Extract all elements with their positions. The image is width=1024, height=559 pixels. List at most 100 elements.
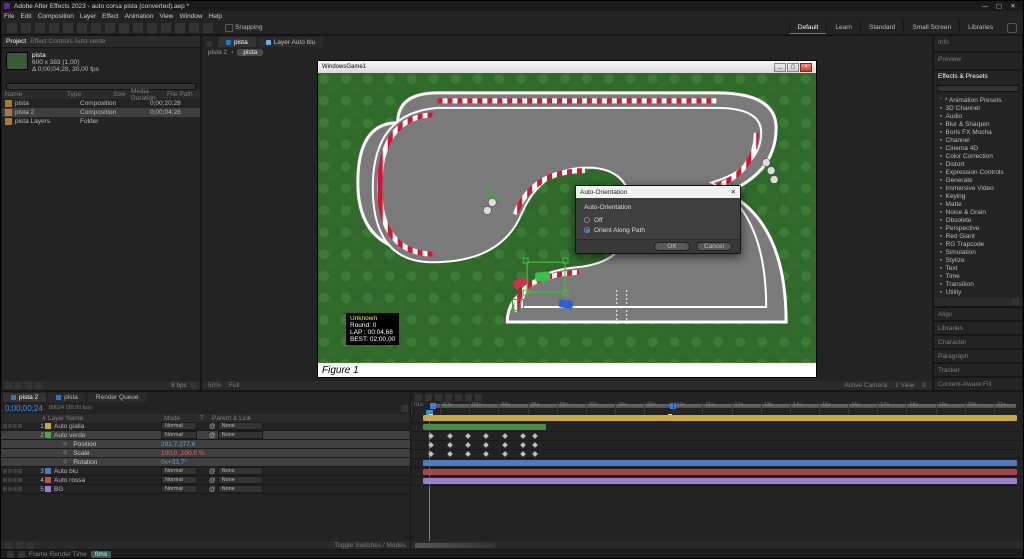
type-tool-icon[interactable] bbox=[133, 23, 143, 33]
search-help-icon[interactable] bbox=[1007, 23, 1017, 33]
tl-tool-icon[interactable] bbox=[455, 394, 462, 401]
radio-orient-path[interactable]: Orient Along Path bbox=[584, 225, 732, 235]
effect-category[interactable]: Keying bbox=[934, 192, 1022, 200]
collapsed-panel-tab[interactable]: Character bbox=[934, 336, 1022, 348]
current-time[interactable]: 0;00;00;24 bbox=[5, 404, 43, 413]
cancel-button[interactable]: Cancel bbox=[696, 242, 732, 251]
effect-category[interactable]: Text bbox=[934, 264, 1022, 272]
minimize-button[interactable]: — bbox=[978, 2, 992, 10]
effect-category[interactable]: Distort bbox=[934, 160, 1022, 168]
maximize-button[interactable]: ▢ bbox=[992, 2, 1006, 10]
tl-tool-icon[interactable] bbox=[435, 394, 442, 401]
effect-category[interactable]: Cinema 4D bbox=[934, 144, 1022, 152]
info-panel-tab[interactable]: Info bbox=[934, 36, 1022, 48]
effect-category[interactable]: Obsolete bbox=[934, 216, 1022, 224]
effect-category[interactable]: Transition bbox=[934, 280, 1022, 288]
menu-help[interactable]: Help bbox=[209, 13, 222, 20]
tl-tool-icon[interactable] bbox=[445, 394, 452, 401]
effects-search-input[interactable] bbox=[937, 85, 1019, 92]
workspace-standard[interactable]: Standard bbox=[860, 21, 903, 34]
tl-foot-icon[interactable] bbox=[27, 542, 34, 549]
toggle-switches[interactable]: Toggle Switches / Modes bbox=[334, 542, 406, 549]
shape-tool-icon[interactable] bbox=[105, 23, 115, 33]
composition-viewer[interactable]: WindowsGame1 _ ▢ ✕ bbox=[202, 57, 932, 381]
brush-tool-icon[interactable] bbox=[147, 23, 157, 33]
snapping-checkbox[interactable] bbox=[225, 24, 233, 32]
render-queue-tab[interactable]: Render Queue bbox=[88, 393, 147, 402]
effect-category[interactable]: Perspective bbox=[934, 224, 1022, 232]
preview-panel-tab[interactable]: Preview bbox=[934, 53, 1022, 65]
menu-window[interactable]: Window bbox=[180, 13, 203, 20]
selection-tool-icon[interactable] bbox=[21, 23, 31, 33]
motion-handle[interactable] bbox=[488, 185, 500, 197]
clone-tool-icon[interactable] bbox=[161, 23, 171, 33]
project-footer-icon[interactable] bbox=[35, 382, 42, 389]
workspace-small[interactable]: Small Screen bbox=[903, 21, 959, 34]
project-footer-icon[interactable] bbox=[5, 382, 12, 389]
project-search-input[interactable] bbox=[6, 83, 196, 90]
col-filepath[interactable]: File Path bbox=[164, 91, 200, 98]
zoom-slider[interactable] bbox=[415, 543, 495, 548]
effect-category[interactable]: Immersive Video bbox=[934, 184, 1022, 192]
zoom-tool-icon[interactable] bbox=[49, 23, 59, 33]
roto-tool-icon[interactable] bbox=[189, 23, 199, 33]
effect-category[interactable]: Blur & Sharpen bbox=[934, 120, 1022, 128]
camera-dropdown[interactable]: Active Camera bbox=[844, 382, 887, 389]
layer-property[interactable]: Position291,7,277,6 bbox=[1, 440, 410, 449]
project-footer-icon[interactable] bbox=[15, 382, 22, 389]
layer-row[interactable]: 3Auto bluNormal@None bbox=[1, 467, 410, 476]
time-ruler[interactable]: 01s02s03s04s05s06s07s08s09s10s11s12s13s1… bbox=[411, 402, 1023, 414]
menu-layer[interactable]: Layer bbox=[80, 13, 96, 20]
effects-panel-tab[interactable]: Effects & Presets bbox=[934, 71, 1022, 83]
effect-category[interactable]: 3D Channel bbox=[934, 104, 1022, 112]
status-icon[interactable] bbox=[18, 551, 25, 558]
puppet-tool-icon[interactable] bbox=[203, 23, 213, 33]
effect-category[interactable]: Expression Controls bbox=[934, 168, 1022, 176]
effect-category[interactable]: Color Correction bbox=[934, 152, 1022, 160]
project-row[interactable]: pista Composition 0;00;20;28 bbox=[2, 99, 200, 108]
col-name[interactable]: Name bbox=[2, 91, 64, 98]
workspace-learn[interactable]: Learn bbox=[826, 21, 860, 34]
effect-category[interactable]: Red Giant bbox=[934, 232, 1022, 240]
hand-tool-icon[interactable] bbox=[35, 23, 45, 33]
collapsed-panel-tab[interactable]: Paragraph bbox=[934, 350, 1022, 362]
col-type[interactable]: Type bbox=[64, 91, 110, 98]
collapsed-panel-tab[interactable]: Content-Aware Fill bbox=[934, 378, 1022, 390]
effect-category[interactable]: Generate bbox=[934, 176, 1022, 184]
tl-tool-icon[interactable] bbox=[415, 394, 422, 401]
dialog-close-icon[interactable]: ✕ bbox=[731, 188, 736, 196]
project-tab[interactable]: Project bbox=[6, 38, 26, 45]
project-row[interactable]: pista Layers Folder bbox=[2, 117, 200, 126]
effect-category[interactable]: Matte bbox=[934, 200, 1022, 208]
project-row[interactable]: pista 2 Composition 0;00;04;28 bbox=[2, 108, 200, 117]
effect-category[interactable]: Time bbox=[934, 272, 1022, 280]
menu-file[interactable]: File bbox=[4, 13, 14, 20]
menu-view[interactable]: View bbox=[160, 13, 174, 20]
collapsed-panel-tab[interactable]: Tracker bbox=[934, 364, 1022, 376]
menu-effect[interactable]: Effect bbox=[102, 13, 119, 20]
col-size[interactable]: Size bbox=[110, 91, 128, 98]
pan-behind-tool-icon[interactable] bbox=[91, 23, 101, 33]
effect-category[interactable]: Noise & Grain bbox=[934, 208, 1022, 216]
workspace-libraries[interactable]: Libraries bbox=[959, 21, 1001, 34]
layer-property[interactable]: Rotation0x+33,7° bbox=[1, 458, 410, 467]
pen-tool-icon[interactable] bbox=[119, 23, 129, 33]
effect-category[interactable]: Boris FX Mocha bbox=[934, 128, 1022, 136]
close-button[interactable]: ✕ bbox=[1006, 2, 1020, 10]
effect-category[interactable]: Channel bbox=[934, 136, 1022, 144]
res-dropdown[interactable]: Full bbox=[229, 382, 239, 389]
effect-category[interactable]: RG Trapcode bbox=[934, 240, 1022, 248]
status-icon[interactable] bbox=[7, 551, 14, 558]
camera-tool-icon[interactable] bbox=[77, 23, 87, 33]
trash-icon[interactable] bbox=[190, 382, 197, 389]
project-footer-icon[interactable] bbox=[25, 382, 32, 389]
effect-category[interactable]: Audio bbox=[934, 112, 1022, 120]
effect-category[interactable]: Utility bbox=[934, 288, 1022, 296]
menu-animation[interactable]: Animation bbox=[125, 13, 154, 20]
timeline-search-icon[interactable] bbox=[401, 405, 408, 412]
timeline-tab[interactable]: pista 2 bbox=[3, 393, 46, 402]
tl-tool-icon[interactable] bbox=[475, 394, 482, 401]
zoom-dropdown[interactable]: 50% bbox=[208, 382, 221, 389]
layer-row[interactable]: 1Auto giallaNormal@None bbox=[1, 422, 410, 431]
tl-tool-icon[interactable] bbox=[425, 394, 432, 401]
